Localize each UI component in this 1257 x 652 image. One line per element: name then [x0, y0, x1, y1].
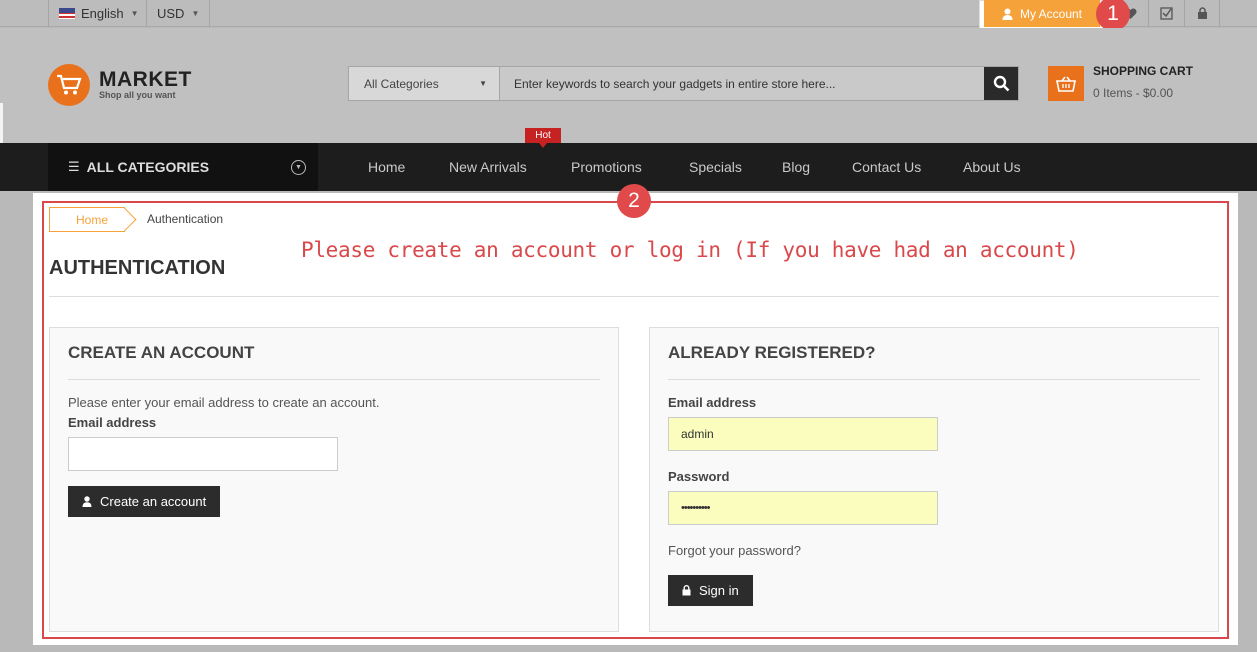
page-title: AUTHENTICATION: [49, 257, 226, 279]
search-category-select[interactable]: All Categories ▼: [349, 67, 500, 100]
logo-title: MARKET: [99, 68, 192, 91]
search-button[interactable]: [984, 67, 1018, 100]
language-selector[interactable]: English ▼: [48, 0, 149, 27]
search-input[interactable]: Enter keywords to search your gadgets in…: [500, 67, 984, 100]
nav-home[interactable]: Home: [368, 143, 405, 191]
nav-contact-us[interactable]: Contact Us: [852, 143, 921, 191]
create-email-label: Email address: [68, 415, 157, 430]
cart-logo-icon[interactable]: [48, 64, 90, 106]
lock-icon: [682, 585, 691, 596]
basket-icon[interactable]: [1048, 66, 1084, 101]
login-title: ALREADY REGISTERED?: [668, 343, 876, 362]
chevron-circle-icon: ▼: [291, 160, 306, 175]
user-icon: [1002, 8, 1013, 20]
create-account-button-label: Create an account: [100, 494, 207, 509]
nav-blog[interactable]: Blog: [782, 143, 810, 191]
create-account-instruction: Please enter your email address to creat…: [68, 395, 380, 410]
nav-new-arrivals[interactable]: New Arrivals: [449, 143, 527, 191]
logo[interactable]: MARKET Shop all you want: [99, 68, 192, 100]
list-icon: ☰: [68, 159, 80, 174]
create-account-button[interactable]: Create an account: [68, 486, 221, 517]
chevron-down-icon: ▼: [479, 79, 487, 88]
create-account-panel: [49, 327, 619, 632]
breadcrumb-home[interactable]: Home: [49, 207, 125, 232]
currency-label: USD: [157, 6, 185, 21]
sign-in-button-label: Sign in: [699, 583, 739, 598]
shopping-cart[interactable]: SHOPPING CART 0 Items - $0.00: [1093, 64, 1193, 100]
chevron-down-icon: ▼: [191, 9, 200, 18]
currency-selector[interactable]: USD ▼: [146, 0, 211, 27]
nav-specials[interactable]: Specials: [689, 143, 742, 191]
checklist-icon[interactable]: [1148, 0, 1184, 27]
search-bar: All Categories ▼ Enter keywords to searc…: [348, 66, 1019, 101]
password-field[interactable]: ••••••••••: [668, 491, 938, 525]
all-categories-label: ALL CATEGORIES: [86, 159, 210, 175]
divider: [668, 379, 1200, 380]
nav-about-us[interactable]: About Us: [963, 143, 1021, 191]
sign-in-button[interactable]: Sign in: [668, 575, 753, 606]
divider: [49, 296, 1219, 297]
create-account-title: CREATE AN ACCOUNT: [68, 343, 255, 362]
search-icon: [993, 75, 1009, 92]
my-account-button[interactable]: My Account: [984, 0, 1100, 27]
breadcrumb-current: Authentication: [147, 212, 224, 226]
search-category-label: All Categories: [364, 76, 439, 91]
cart-summary: 0 Items - $0.00: [1093, 86, 1174, 100]
language-label: English: [81, 6, 124, 21]
my-account-label: My Account: [1019, 6, 1083, 21]
divider: [68, 379, 600, 380]
flag-icon: [59, 8, 75, 19]
site-header: MARKET Shop all you want All Categories …: [0, 28, 1257, 143]
step-badge-2: 2: [617, 184, 651, 218]
chevron-down-icon: ▼: [130, 9, 139, 18]
lock-icon[interactable]: [1184, 0, 1220, 27]
forgot-password-link[interactable]: Forgot your password?: [668, 543, 801, 558]
all-categories-button[interactable]: ☰ ALL CATEGORIES ▼: [48, 143, 318, 191]
create-email-field[interactable]: [68, 437, 338, 471]
hot-badge: Hot: [525, 128, 561, 148]
annotation-text: Please create an account or log in (If y…: [301, 238, 1079, 262]
user-icon: [82, 496, 92, 507]
password-label: Password: [668, 469, 730, 484]
cart-title: SHOPPING CART: [1093, 64, 1194, 78]
edge-strip: [0, 103, 3, 143]
login-email-field[interactable]: admin: [668, 417, 938, 451]
login-email-label: Email address: [668, 395, 757, 410]
